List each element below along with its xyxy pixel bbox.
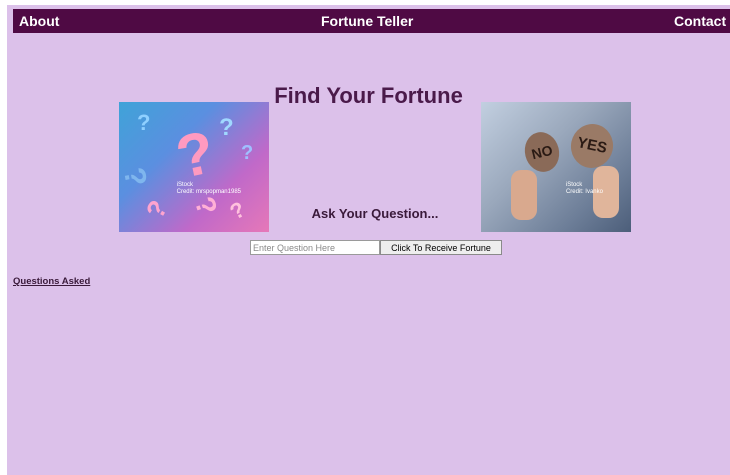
receive-fortune-button[interactable]: Click To Receive Fortune xyxy=(380,240,502,255)
question-input[interactable] xyxy=(250,240,380,255)
no-bubble: NO xyxy=(520,128,564,176)
yes-bubble: YES xyxy=(566,120,618,172)
yes-bubble-text: YES xyxy=(575,134,609,157)
nav-contact-link[interactable]: Contact xyxy=(674,13,726,29)
stock-watermark: iStock Credit: mrspopman1985 xyxy=(177,182,241,196)
stock-watermark: iStock Credit: Ivanko xyxy=(566,182,603,196)
nav-about-link[interactable]: About xyxy=(19,13,59,29)
watermark-brand: iStock xyxy=(176,182,193,188)
watermark-credit: Credit: mrspopman1985 xyxy=(176,189,241,195)
questions-asked-link[interactable]: Questions Asked xyxy=(13,276,90,287)
nav-site-title[interactable]: Fortune Teller xyxy=(321,13,413,29)
page-background: About Fortune Teller Contact Find Your F… xyxy=(7,5,730,475)
top-navbar: About Fortune Teller Contact xyxy=(13,9,730,33)
watermark-brand: iStock xyxy=(565,182,583,188)
ask-question-prompt: Ask Your Question... xyxy=(311,206,439,221)
no-bubble-text: NO xyxy=(529,141,555,163)
watermark-credit: Credit: Ivanko xyxy=(565,189,603,195)
